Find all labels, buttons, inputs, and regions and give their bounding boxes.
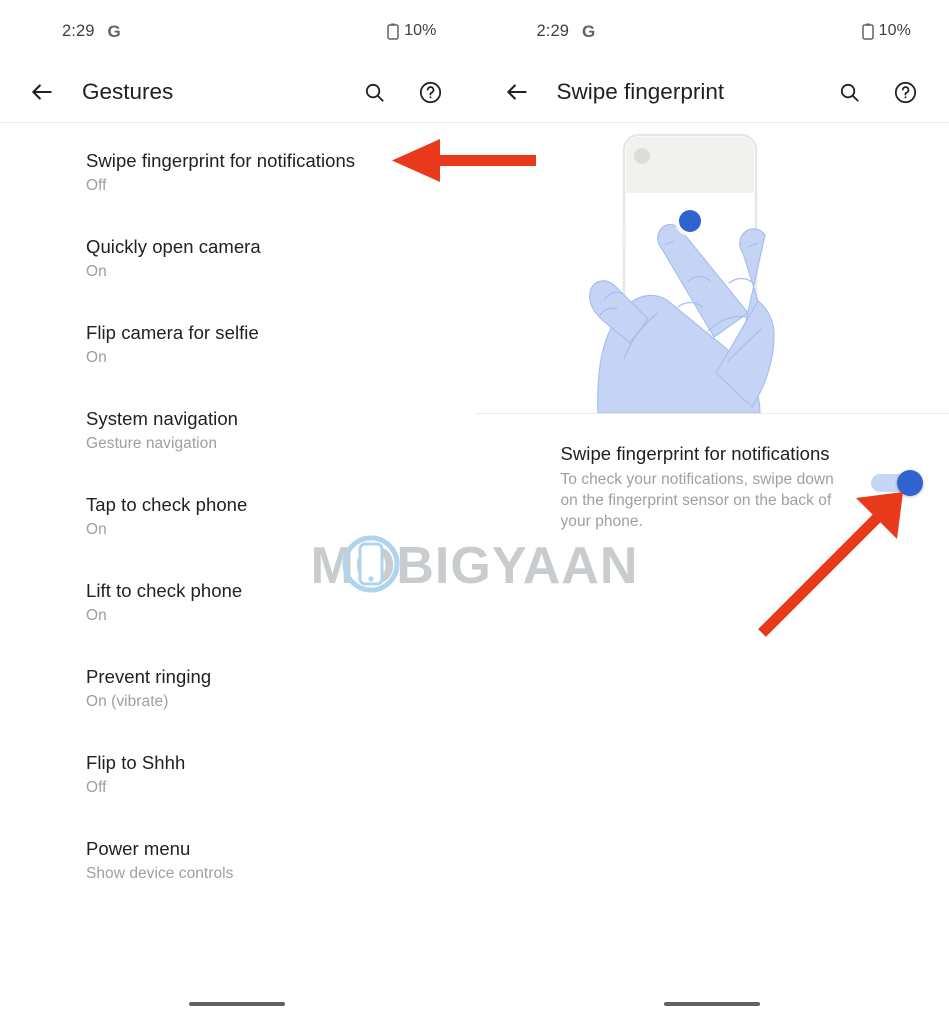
list-item-value: Show device controls <box>86 865 234 882</box>
page-title: Swipe fingerprint <box>556 79 725 104</box>
app-bar-actions <box>827 70 927 114</box>
gestures-settings-list: Swipe fingerprint for notifications Off … <box>0 123 475 923</box>
setting-title: Swipe fingerprint for notifications <box>560 443 830 464</box>
list-item-title: Flip camera for selfie <box>86 322 259 343</box>
search-icon[interactable] <box>353 70 397 114</box>
google-g-icon: G <box>107 21 121 41</box>
list-item-value: On <box>86 349 107 366</box>
status-time: 2:29 <box>62 21 95 40</box>
status-time: 2:29 <box>536 21 570 40</box>
list-item-title: Swipe fingerprint for notifications <box>86 150 356 171</box>
search-icon[interactable] <box>827 70 871 114</box>
swipe-fingerprint-toggle[interactable] <box>871 470 923 496</box>
app-bar-actions <box>353 70 453 114</box>
dual-screenshot-container: 2:29 G 10% Gestures Swipe fingerprint fo… <box>0 0 949 1024</box>
left-screen-gestures: 2:29 G 10% Gestures Swipe fingerprint fo… <box>0 0 475 1024</box>
status-bar-right: 10% <box>387 22 436 40</box>
list-item-title: Tap to check phone <box>86 494 248 515</box>
list-item[interactable]: System navigation Gesture navigation <box>0 407 475 493</box>
help-circle-icon[interactable] <box>409 70 453 114</box>
swipe-fingerprint-illustration <box>475 123 949 413</box>
list-item-title: Lift to check phone <box>86 580 243 601</box>
status-bar-right: 10% <box>861 22 911 40</box>
back-arrow-icon[interactable] <box>20 70 64 114</box>
page-title: Gestures <box>82 79 174 104</box>
status-bar-left: 2:29 G <box>62 22 121 41</box>
list-item-value: On (vibrate) <box>86 693 169 710</box>
status-bar: 2:29 G 10% <box>475 0 949 62</box>
list-item-title: System navigation <box>86 408 239 429</box>
swipe-fingerprint-setting-row[interactable]: Swipe fingerprint for notifications To c… <box>475 414 949 532</box>
app-bar: Swipe fingerprint <box>475 62 949 122</box>
list-item-title: Quickly open camera <box>86 236 261 257</box>
list-item-title: Flip to Shhh <box>86 752 186 773</box>
setting-text-block: Swipe fingerprint for notifications To c… <box>561 442 872 532</box>
google-g-icon: G <box>582 21 596 41</box>
status-bar-left: 2:29 G <box>537 22 596 41</box>
battery-icon <box>387 23 399 40</box>
list-item-title: Prevent ringing <box>86 666 212 687</box>
list-item-value: Off <box>86 779 107 796</box>
back-arrow-icon[interactable] <box>495 70 539 114</box>
app-bar: Gestures <box>0 62 475 122</box>
home-indicator[interactable] <box>663 1002 760 1006</box>
toggle-thumb <box>897 470 923 496</box>
setting-description: To check your notifications, swipe down … <box>560 471 834 530</box>
list-item-value: Gesture navigation <box>86 435 218 452</box>
status-bar: 2:29 G 10% <box>0 0 475 62</box>
list-item[interactable]: Power menu Show device controls <box>0 837 475 923</box>
list-item[interactable]: Tap to check phone On <box>0 493 475 579</box>
list-item-title: Power menu <box>86 838 191 859</box>
list-item[interactable]: Flip camera for selfie On <box>0 321 475 407</box>
list-item[interactable]: Quickly open camera On <box>0 235 475 321</box>
list-item-value: On <box>86 521 107 538</box>
battery-percent: 10% <box>404 22 437 39</box>
list-item-value: Off <box>86 177 107 194</box>
home-indicator[interactable] <box>189 1002 286 1006</box>
list-item[interactable]: Lift to check phone On <box>0 579 475 665</box>
list-item-value: On <box>86 607 107 624</box>
battery-percent: 10% <box>878 22 911 39</box>
battery-icon <box>861 23 874 40</box>
help-circle-icon[interactable] <box>883 70 927 114</box>
list-item-value: On <box>86 263 107 280</box>
list-item[interactable]: Prevent ringing On (vibrate) <box>0 665 475 751</box>
list-item[interactable]: Flip to Shhh Off <box>0 751 475 837</box>
right-screen-swipe-fingerprint: 2:29 G 10% Swipe fingerprint Swipe finge… <box>474 0 949 1024</box>
list-item[interactable]: Swipe fingerprint for notifications Off <box>0 149 475 235</box>
